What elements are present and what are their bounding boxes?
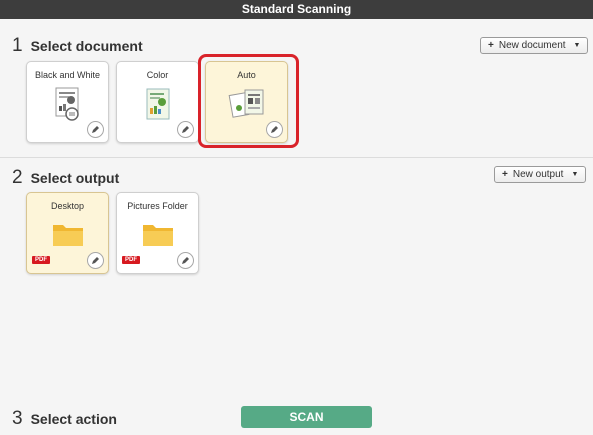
pencil-icon bbox=[182, 257, 189, 264]
plus-icon: + bbox=[502, 169, 508, 180]
pencil-icon bbox=[92, 126, 99, 133]
step3-heading: 3 Select action bbox=[12, 408, 117, 430]
folder-icon bbox=[141, 221, 175, 254]
caret-down-icon: ▼ bbox=[571, 171, 579, 178]
document-card-black-white[interactable]: Black and White bbox=[26, 61, 109, 143]
step1-label: Select document bbox=[30, 38, 143, 54]
card-label: Black and White bbox=[34, 70, 101, 80]
section-divider bbox=[0, 157, 593, 158]
new-document-label: New document bbox=[498, 40, 566, 51]
edit-button[interactable] bbox=[87, 121, 104, 138]
document-card-color[interactable]: Color bbox=[116, 61, 199, 143]
pencil-icon bbox=[182, 126, 189, 133]
step2-number: 2 bbox=[12, 167, 23, 188]
step2-heading: 2 Select output bbox=[12, 167, 119, 189]
pencil-icon bbox=[92, 257, 99, 264]
output-card-pictures-folder[interactable]: Pictures Folder PDF bbox=[116, 192, 199, 274]
step1-heading: 1 Select document bbox=[12, 35, 143, 57]
step2-label: Select output bbox=[30, 170, 120, 186]
card-label: Color bbox=[146, 70, 169, 80]
window-title: Standard Scanning bbox=[0, 0, 593, 19]
selection-highlight bbox=[198, 54, 299, 148]
bw-document-icon bbox=[51, 86, 85, 129]
pdf-badge: PDF bbox=[122, 256, 140, 264]
scanning-window: Standard Scanning 1 Select document + Ne… bbox=[0, 0, 593, 435]
scan-button[interactable]: SCAN bbox=[241, 406, 372, 428]
color-document-icon bbox=[141, 86, 175, 129]
folder-icon bbox=[51, 221, 85, 254]
pdf-badge: PDF bbox=[32, 256, 50, 264]
card-label: Pictures Folder bbox=[127, 201, 188, 211]
edit-button[interactable] bbox=[177, 252, 194, 269]
edit-button[interactable] bbox=[87, 252, 104, 269]
step3-number: 3 bbox=[12, 408, 23, 429]
new-output-label: New output bbox=[512, 169, 564, 180]
edit-button[interactable] bbox=[177, 121, 194, 138]
caret-down-icon: ▼ bbox=[573, 42, 581, 49]
step1-number: 1 bbox=[12, 35, 23, 56]
output-card-desktop[interactable]: Desktop PDF bbox=[26, 192, 109, 274]
new-output-button[interactable]: + New output ▼ bbox=[494, 166, 587, 183]
plus-icon: + bbox=[488, 40, 494, 51]
step3-label: Select action bbox=[30, 411, 117, 427]
card-label: Desktop bbox=[50, 201, 85, 211]
new-document-button[interactable]: + New document ▼ bbox=[480, 37, 589, 54]
